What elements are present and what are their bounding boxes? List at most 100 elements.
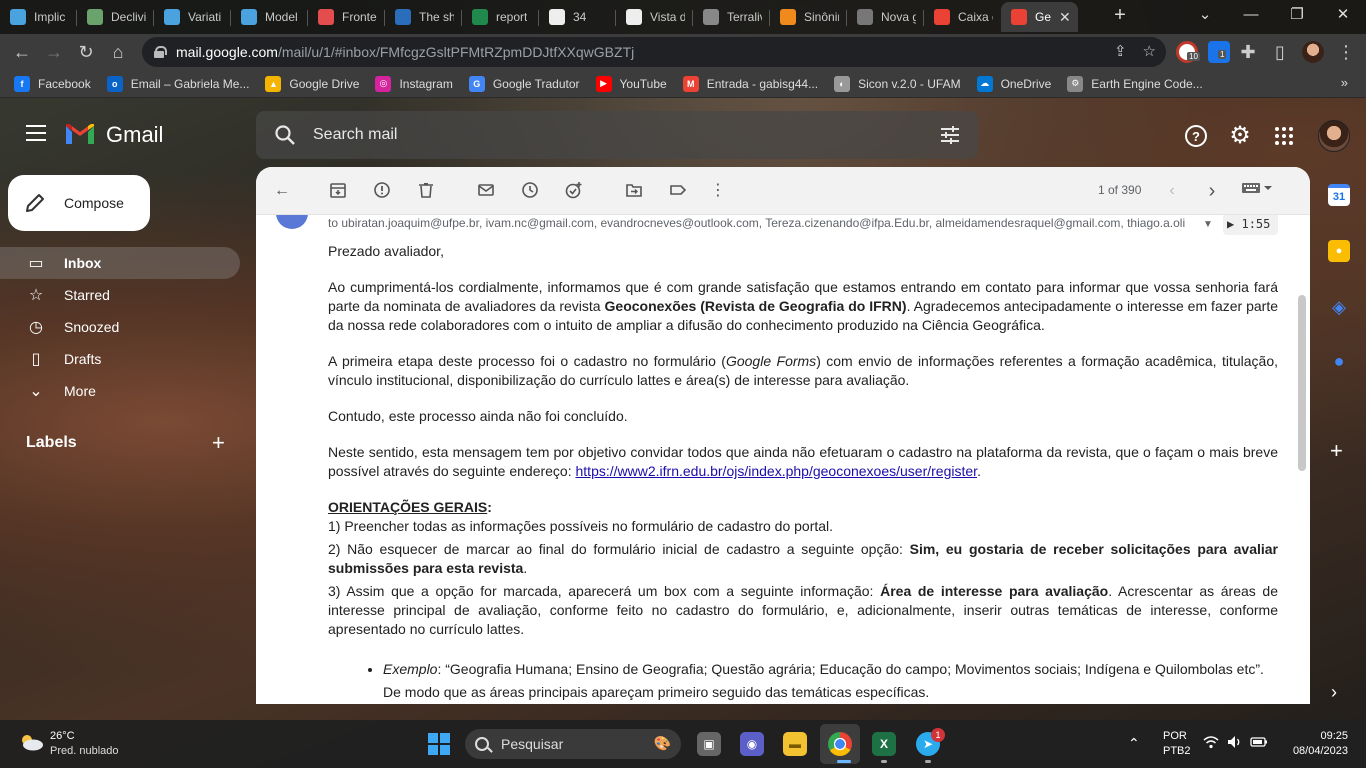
extension-icon[interactable]: 1 xyxy=(1208,41,1230,63)
side-panel-icon[interactable]: ▯ xyxy=(1266,38,1294,66)
compose-button[interactable]: Compose xyxy=(8,175,150,231)
bookmark-item[interactable]: ▲ Google Drive xyxy=(265,75,359,92)
browser-tab[interactable]: Model xyxy=(231,2,306,32)
bookmark-item[interactable]: o Email – Gabriela Me... xyxy=(106,75,249,92)
bookmark-item[interactable]: M Entrada - gabisg44... xyxy=(682,75,818,92)
task-view-icon[interactable]: ▣ xyxy=(697,732,721,756)
main-menu-icon[interactable] xyxy=(26,125,46,141)
archive-icon[interactable] xyxy=(328,181,348,201)
bookmark-item[interactable]: G Google Tradutor xyxy=(468,75,580,92)
get-addons-button[interactable]: + xyxy=(1330,440,1343,462)
weather-temperature[interactable]: 26°C xyxy=(50,730,75,742)
bookmark-star-icon[interactable]: ☆ xyxy=(1143,42,1156,60)
browser-tab[interactable]: Ge ✕ xyxy=(1001,2,1078,32)
move-to-icon[interactable] xyxy=(624,181,644,201)
file-explorer-icon[interactable]: ▬ xyxy=(783,732,807,756)
new-tab-button[interactable]: + xyxy=(1108,4,1132,28)
back-to-inbox-icon[interactable]: ← xyxy=(272,181,292,201)
system-clock[interactable]: 09:25 08/04/2023 xyxy=(1293,730,1348,757)
show-details-chevron-icon[interactable]: ▼ xyxy=(1203,219,1213,230)
weather-description[interactable]: Pred. nublado xyxy=(50,745,119,757)
volume-icon[interactable] xyxy=(1227,735,1243,752)
chrome-icon[interactable] xyxy=(828,732,852,756)
bookmark-item[interactable]: ◎ Instagram xyxy=(375,75,453,92)
home-icon[interactable]: ⌂ xyxy=(104,38,132,66)
input-tools-icon[interactable] xyxy=(1240,181,1274,201)
play-icon[interactable]: ▶ xyxy=(1227,217,1234,231)
wifi-icon[interactable] xyxy=(1203,735,1219,752)
profile-avatar[interactable] xyxy=(1302,41,1324,63)
search-options-icon[interactable] xyxy=(940,125,960,145)
show-hidden-icons-chevron-icon[interactable]: ⌃ xyxy=(1128,735,1140,752)
browser-tab[interactable]: Fronte xyxy=(308,2,383,32)
tasks-icon[interactable]: ◈ xyxy=(1328,296,1350,318)
browser-tab[interactable]: Vista d xyxy=(616,2,691,32)
forward-icon[interactable]: → xyxy=(40,38,68,66)
extension-icon[interactable]: 10 xyxy=(1176,41,1200,63)
snooze-icon[interactable] xyxy=(520,181,540,201)
browser-tab[interactable]: Nova g xyxy=(847,2,922,32)
bookmark-item[interactable]: f Facebook xyxy=(14,75,91,92)
keep-icon[interactable]: ● xyxy=(1328,240,1350,262)
label-icon[interactable] xyxy=(668,181,688,201)
menu-icon[interactable]: ⋮ xyxy=(1332,38,1360,66)
browser-tab[interactable]: 34 xyxy=(539,2,614,32)
teams-chat-icon[interactable]: ◉ xyxy=(740,732,764,756)
puzzle-icon[interactable]: ✚ xyxy=(1234,38,1262,66)
minimize-button[interactable]: — xyxy=(1228,0,1274,30)
nav-item-drafts[interactable]: ▯ Drafts xyxy=(0,343,240,375)
address-bar[interactable]: mail.google.com/mail/u/1/#inbox/FMfcgzGs… xyxy=(142,37,1166,67)
register-link[interactable]: https://www2.ifrn.edu.br/ojs/index.php/g… xyxy=(576,463,978,479)
bookmark-item[interactable]: ⚙ Earth Engine Code... xyxy=(1067,75,1203,92)
older-chevron-icon[interactable]: › xyxy=(1202,181,1222,201)
share-icon[interactable]: ⇪ xyxy=(1114,42,1127,60)
maximize-button[interactable]: ❐ xyxy=(1274,0,1320,30)
browser-tab[interactable]: Implic xyxy=(0,2,75,32)
browser-tab[interactable]: Variati xyxy=(154,2,229,32)
battery-icon[interactable] xyxy=(1250,735,1268,751)
apps-grid-icon[interactable] xyxy=(1272,124,1296,148)
bookmark-item[interactable]: ☁ OneDrive xyxy=(976,75,1051,92)
mark-unread-icon[interactable] xyxy=(476,181,496,201)
search-input[interactable]: Search mail xyxy=(313,126,397,144)
browser-tab[interactable]: Terraliv xyxy=(693,2,768,32)
taskbar-search[interactable]: Pesquisar 🎨 xyxy=(465,729,681,759)
show-side-panel-icon[interactable]: › xyxy=(1331,682,1337,703)
input-language[interactable]: POR xyxy=(1163,730,1187,742)
search-bar[interactable]: Search mail xyxy=(256,111,978,159)
create-label-button[interactable]: + xyxy=(212,432,225,454)
more-options-icon[interactable]: ⋮ xyxy=(708,181,728,201)
nav-item-more[interactable]: ⌄ More xyxy=(0,375,240,407)
browser-tab[interactable]: Declivi xyxy=(77,2,152,32)
contacts-icon[interactable]: ● xyxy=(1328,350,1350,372)
add-task-icon[interactable] xyxy=(564,181,584,201)
nav-item-inbox[interactable]: ▭ Inbox xyxy=(0,247,240,279)
nav-item-snoozed[interactable]: ◷ Snoozed xyxy=(0,311,240,343)
audio-player[interactable]: ▶ 1:55 xyxy=(1223,215,1278,235)
reload-icon[interactable]: ↻ xyxy=(72,38,100,66)
bookmark-item[interactable]: ▶ YouTube xyxy=(595,75,667,92)
message-scrollbar[interactable] xyxy=(1298,295,1306,471)
gmail-logo-icon[interactable] xyxy=(64,122,96,146)
newer-chevron-icon[interactable]: ‹ xyxy=(1162,181,1182,201)
windows-start-icon[interactable] xyxy=(428,733,450,755)
browser-tab[interactable]: Caixa d xyxy=(924,2,999,32)
browser-tab[interactable]: The sha xyxy=(385,2,460,32)
browser-tab[interactable]: Sinônir xyxy=(770,2,845,32)
browser-tab[interactable]: report xyxy=(462,2,537,32)
bookmark-item[interactable]: ◐ Sicon v.2.0 - UFAM xyxy=(834,75,961,92)
tab-search-button[interactable]: ⌄ xyxy=(1182,0,1228,30)
search-icon[interactable] xyxy=(274,124,296,146)
keyboard-layout[interactable]: PTB2 xyxy=(1163,745,1191,757)
help-icon[interactable]: ? xyxy=(1184,124,1208,148)
close-tab-icon[interactable]: ✕ xyxy=(1059,9,1071,26)
close-window-button[interactable]: ✕ xyxy=(1320,0,1366,30)
nav-item-starred[interactable]: ☆ Starred xyxy=(0,279,240,311)
settings-gear-icon[interactable]: ⚙ xyxy=(1228,124,1252,148)
calendar-icon[interactable]: 31 xyxy=(1328,184,1350,206)
report-spam-icon[interactable] xyxy=(372,181,392,201)
excel-icon[interactable]: X xyxy=(872,732,896,756)
delete-icon[interactable] xyxy=(416,181,436,201)
back-icon[interactable]: ← xyxy=(8,38,36,66)
bookmarks-overflow-button[interactable]: » xyxy=(1341,75,1348,90)
